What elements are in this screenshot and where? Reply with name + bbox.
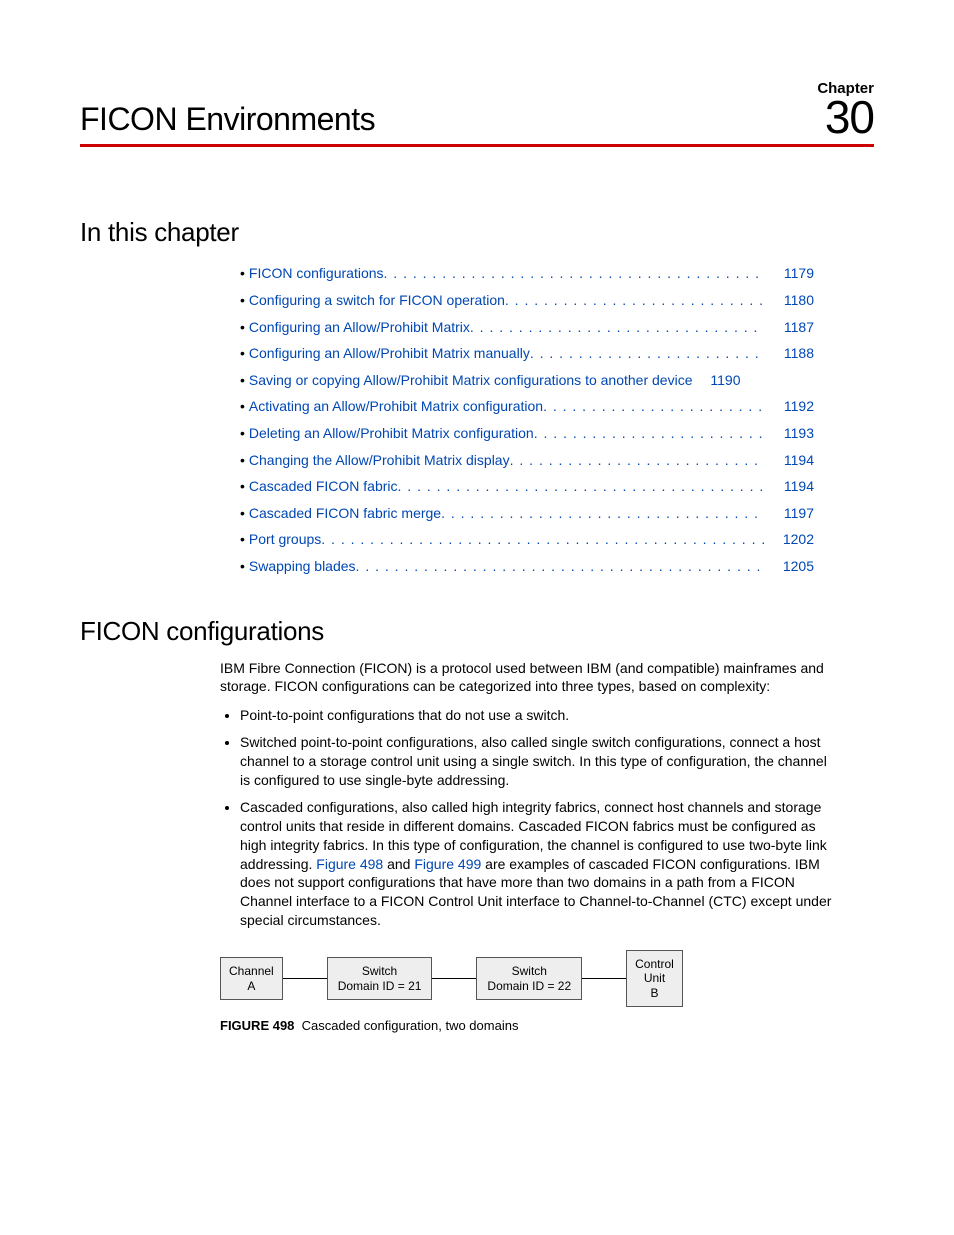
- toc-leader: [534, 420, 764, 447]
- toc-link[interactable]: Deleting an Allow/Prohibit Matrix config…: [249, 420, 534, 447]
- bullet-icon: •: [240, 447, 245, 474]
- toc-page[interactable]: 1197: [772, 500, 814, 527]
- toc-link[interactable]: Port groups: [249, 526, 321, 553]
- bullet-icon: •: [240, 553, 245, 580]
- xref-figure-499[interactable]: Figure 499: [414, 856, 481, 872]
- node-switch-21: Switch Domain ID = 21: [327, 957, 433, 1000]
- bullet-icon: •: [240, 260, 245, 287]
- figure-498-caption: FIGURE 498 Cascaded configuration, two d…: [220, 1017, 834, 1035]
- toc-item: • Configuring an Allow/Prohibit Matrix 1…: [240, 314, 814, 341]
- toc-item: • Cascaded FICON fabric merge 1197: [240, 500, 814, 527]
- toc-page[interactable]: 1187: [772, 314, 814, 341]
- toc-leader: [384, 260, 764, 287]
- bullet-icon: •: [240, 500, 245, 527]
- toc-page[interactable]: 1194: [772, 447, 814, 474]
- connector-line: [283, 978, 327, 979]
- toc-leader: [510, 447, 764, 474]
- toc-page[interactable]: 1180: [772, 287, 814, 314]
- toc-item: • Cascaded FICON fabric 1194: [240, 473, 814, 500]
- bullet-icon: •: [240, 393, 245, 420]
- chapter-label: Chapter: [80, 80, 874, 97]
- chapter-title: FICON Environments: [80, 101, 375, 138]
- body-content: IBM Fibre Connection (FICON) is a protoc…: [220, 659, 834, 1035]
- toc-link[interactable]: Configuring an Allow/Prohibit Matrix man…: [249, 340, 530, 367]
- connector-line: [582, 978, 626, 979]
- toc-leader: [505, 287, 764, 314]
- toc-item: • Deleting an Allow/Prohibit Matrix conf…: [240, 420, 814, 447]
- node-switch-22: Switch Domain ID = 22: [476, 957, 582, 1000]
- figure-caption-text: Cascaded configuration, two domains: [302, 1018, 519, 1033]
- heading-in-this-chapter: In this chapter: [80, 217, 874, 248]
- bullet-icon: •: [240, 420, 245, 447]
- node-control-unit-b: Control Unit B: [626, 950, 683, 1007]
- toc-leader: [470, 314, 764, 341]
- node-label: A: [229, 979, 274, 993]
- bullet-icon: •: [240, 367, 245, 394]
- toc-item: • Configuring an Allow/Prohibit Matrix m…: [240, 340, 814, 367]
- node-label: Domain ID = 22: [487, 979, 571, 993]
- config-types-list: Point-to-point configurations that do no…: [220, 706, 834, 930]
- toc-leader: [543, 393, 764, 420]
- list-item: Cascaded configurations, also called hig…: [240, 798, 834, 930]
- toc-page[interactable]: 1193: [772, 420, 814, 447]
- toc-link[interactable]: Configuring an Allow/Prohibit Matrix: [249, 314, 470, 341]
- toc-link[interactable]: Saving or copying Allow/Prohibit Matrix …: [249, 367, 693, 394]
- list-item-text: and: [383, 856, 414, 872]
- toc-page[interactable]: 1190: [698, 367, 740, 394]
- node-label: Channel: [229, 964, 274, 978]
- toc-item: • Changing the Allow/Prohibit Matrix dis…: [240, 447, 814, 474]
- toc-leader: [441, 500, 764, 527]
- toc-leader: [321, 526, 764, 553]
- toc-page[interactable]: 1194: [772, 473, 814, 500]
- heading-ficon-configurations: FICON configurations: [80, 616, 874, 647]
- bullet-icon: •: [240, 287, 245, 314]
- node-label: Control: [635, 957, 674, 971]
- toc-item: • Configuring a switch for FICON operati…: [240, 287, 814, 314]
- chapter-title-row: FICON Environments 30: [80, 97, 874, 147]
- node-label: B: [635, 986, 674, 1000]
- toc-item: • Activating an Allow/Prohibit Matrix co…: [240, 393, 814, 420]
- node-label: Domain ID = 21: [338, 979, 422, 993]
- toc-list: • FICON configurations 1179 • Configurin…: [240, 260, 814, 579]
- toc-link[interactable]: Swapping blades: [249, 553, 356, 580]
- toc-leader: [398, 473, 764, 500]
- toc-leader: [530, 340, 764, 367]
- bullet-icon: •: [240, 314, 245, 341]
- chapter-number: 30: [825, 97, 874, 138]
- list-item: Point-to-point configurations that do no…: [240, 706, 834, 725]
- node-channel-a: Channel A: [220, 957, 283, 1000]
- xref-figure-498[interactable]: Figure 498: [316, 856, 383, 872]
- toc-item: • Swapping blades 1205: [240, 553, 814, 580]
- figure-caption-label: FIGURE 498: [220, 1018, 294, 1033]
- toc-item: • FICON configurations 1179: [240, 260, 814, 287]
- toc-link[interactable]: Activating an Allow/Prohibit Matrix conf…: [249, 393, 543, 420]
- toc-link[interactable]: Cascaded FICON fabric merge: [249, 500, 441, 527]
- bullet-icon: •: [240, 340, 245, 367]
- node-label: Unit: [635, 971, 674, 985]
- toc-leader: [356, 553, 764, 580]
- toc-link[interactable]: FICON configurations: [249, 260, 384, 287]
- bullet-icon: •: [240, 526, 245, 553]
- toc-link[interactable]: Changing the Allow/Prohibit Matrix displ…: [249, 447, 510, 474]
- toc-item: • Port groups 1202: [240, 526, 814, 553]
- connector-line: [432, 978, 476, 979]
- list-item: Switched point-to-point configurations, …: [240, 733, 834, 790]
- toc-page[interactable]: 1192: [772, 393, 814, 420]
- bullet-icon: •: [240, 473, 245, 500]
- node-label: Switch: [338, 964, 422, 978]
- toc-link[interactable]: Configuring a switch for FICON operation: [249, 287, 505, 314]
- toc-page[interactable]: 1202: [772, 526, 814, 553]
- toc-page[interactable]: 1205: [772, 553, 814, 580]
- intro-paragraph: IBM Fibre Connection (FICON) is a protoc…: [220, 659, 834, 697]
- toc-page[interactable]: 1179: [772, 260, 814, 287]
- toc-item: • Saving or copying Allow/Prohibit Matri…: [240, 367, 814, 394]
- figure-498: Channel A Switch Domain ID = 21 Switch D…: [220, 950, 834, 1035]
- node-label: Switch: [487, 964, 571, 978]
- toc-page[interactable]: 1188: [772, 340, 814, 367]
- figure-498-diagram: Channel A Switch Domain ID = 21 Switch D…: [220, 950, 834, 1007]
- toc-link[interactable]: Cascaded FICON fabric: [249, 473, 398, 500]
